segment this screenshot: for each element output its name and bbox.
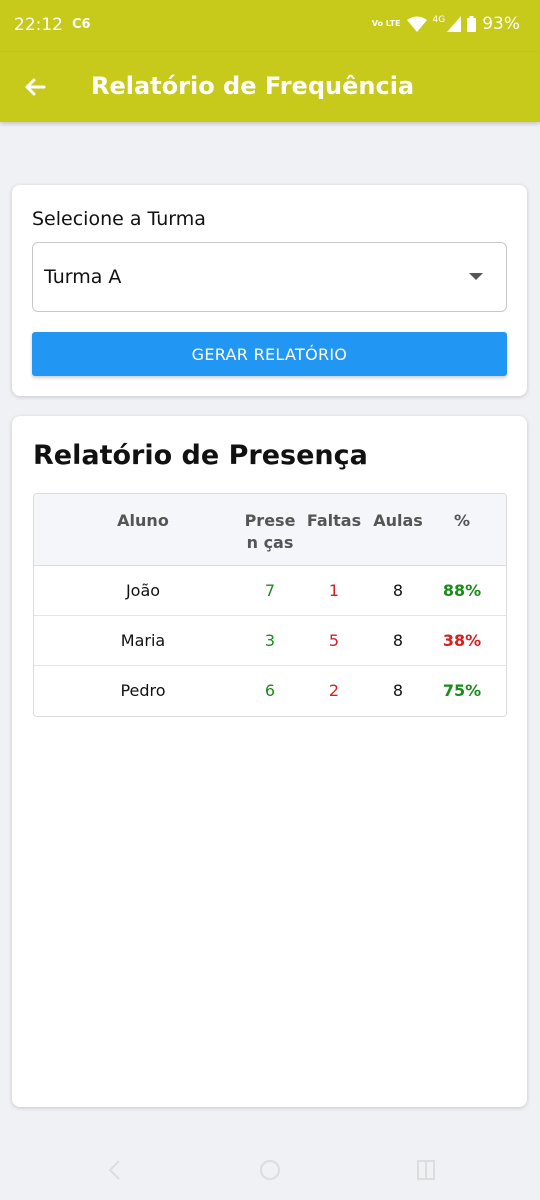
cell-faltas: 2 <box>328 681 340 700</box>
network-type: 4G <box>432 15 446 25</box>
class-selector-card: Selecione a Turma Turma A GERAR RELATÓRI… <box>12 185 527 396</box>
nav-back-icon[interactable] <box>103 1158 127 1182</box>
battery-icon <box>467 16 477 32</box>
app-bar: Relatório de Frequência <box>0 52 540 122</box>
cell-faltas: 1 <box>328 581 340 600</box>
back-arrow-icon[interactable] <box>20 72 50 102</box>
header-percent: % <box>453 511 471 530</box>
attendance-table: Aluno Presen ças Faltas Aulas % João 7 1… <box>33 493 507 717</box>
nav-recents-icon[interactable] <box>414 1158 438 1182</box>
cell-aulas: 8 <box>392 681 404 700</box>
cell-aluno: João <box>125 581 161 600</box>
cell-aulas: 8 <box>392 631 404 650</box>
status-icons: Vo LTE 4G 93% <box>372 14 520 34</box>
generate-report-button[interactable]: GERAR RELATÓRIO <box>32 332 507 376</box>
system-nav-bar <box>0 1140 540 1200</box>
battery-level: 93% <box>482 14 520 34</box>
wifi-icon <box>406 16 427 32</box>
cell-faltas: 5 <box>328 631 340 650</box>
cell-percent: 75% <box>442 681 482 700</box>
report-title: Relatório de Presença <box>33 440 368 471</box>
class-select-label: Selecione a Turma <box>32 208 206 230</box>
report-card: Relatório de Presença Aluno Presen ças F… <box>12 416 527 1107</box>
cell-percent: 88% <box>442 581 482 600</box>
header-aluno: Aluno <box>117 511 169 530</box>
status-time: 22:12 <box>14 15 63 35</box>
dropdown-arrow-icon <box>469 273 483 280</box>
table-row: Maria 3 5 8 38% <box>34 616 506 666</box>
cell-presencas: 7 <box>264 581 276 600</box>
header-aulas: Aulas <box>373 511 423 530</box>
status-bar: 22:12 C6 Vo LTE 4G 93% <box>0 0 540 52</box>
volte-icon: Vo LTE <box>371 19 401 28</box>
page-title: Relatório de Frequência <box>91 72 415 100</box>
header-presencas: Presen ças <box>244 511 296 552</box>
table-header: Aluno Presen ças Faltas Aulas % <box>34 494 506 566</box>
class-select[interactable]: Turma A <box>32 242 507 312</box>
nav-home-icon[interactable] <box>258 1158 282 1182</box>
cell-presencas: 3 <box>264 631 276 650</box>
cell-aluno: Pedro <box>120 681 166 700</box>
carrier-icon: C6 <box>72 17 91 32</box>
cell-presencas: 6 <box>264 681 276 700</box>
table-row: Pedro 6 2 8 75% <box>34 666 506 716</box>
signal-icon <box>447 16 462 32</box>
cell-percent: 38% <box>442 631 482 650</box>
header-faltas: Faltas <box>306 511 362 530</box>
cell-aluno: Maria <box>120 631 166 650</box>
class-select-value: Turma A <box>44 266 122 288</box>
cell-aulas: 8 <box>392 581 404 600</box>
table-row: João 7 1 8 88% <box>34 566 506 616</box>
